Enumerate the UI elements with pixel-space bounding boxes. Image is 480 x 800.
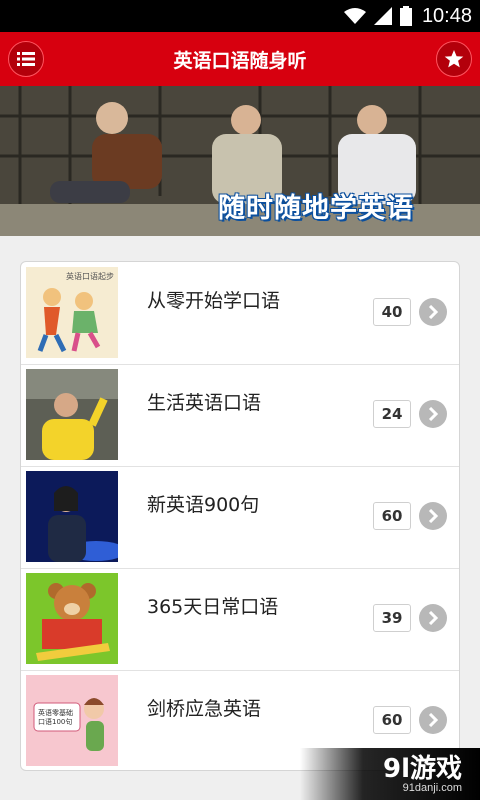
battery-icon bbox=[399, 6, 412, 26]
lesson-count-badge: 40 bbox=[373, 298, 411, 326]
chevron-right-icon bbox=[428, 611, 439, 625]
chevron-right-icon bbox=[428, 509, 439, 523]
lesson-count-badge: 24 bbox=[373, 400, 411, 428]
menu-list-icon bbox=[17, 52, 35, 66]
list-item[interactable]: 365天日常口语 39 bbox=[21, 568, 459, 671]
star-icon bbox=[444, 50, 464, 68]
watermark-logo: 9l游戏 bbox=[382, 754, 462, 784]
signal-icon bbox=[373, 7, 392, 25]
list-item[interactable]: 新英语900句 60 bbox=[21, 466, 459, 569]
watermark-url: 91danji.com bbox=[402, 782, 462, 794]
course-thumbnail: 英语零基础口语100句 bbox=[26, 675, 118, 766]
chevron-right-icon bbox=[428, 305, 439, 319]
reading-bear-image bbox=[26, 573, 118, 664]
open-course-button[interactable] bbox=[419, 298, 447, 326]
course-title: 从零开始学口语 bbox=[147, 290, 281, 312]
list-item[interactable]: 英语口语起步 从零开始学口语 40 bbox=[21, 262, 459, 365]
course-title: 365天日常口语 bbox=[147, 596, 279, 618]
lesson-count-badge: 60 bbox=[373, 502, 411, 530]
course-list: 英语口语起步 从零开始学口语 40 生活英语口语 24 新英语900句 60 3… bbox=[20, 261, 460, 771]
course-thumbnail bbox=[26, 573, 118, 664]
chevron-right-icon bbox=[428, 407, 439, 421]
chevron-right-icon bbox=[428, 713, 439, 727]
open-course-button[interactable] bbox=[419, 706, 447, 734]
course-thumbnail: 英语口语起步 bbox=[26, 267, 118, 358]
open-course-button[interactable] bbox=[419, 502, 447, 530]
course-title: 新英语900句 bbox=[147, 494, 260, 516]
speaker-photo bbox=[26, 369, 118, 460]
course-title: 剑桥应急英语 bbox=[147, 698, 262, 720]
menu-button[interactable] bbox=[8, 41, 44, 77]
course-thumbnail bbox=[26, 369, 118, 460]
banner-slogan: 随时随地学英语 bbox=[218, 193, 414, 224]
course-title: 生活英语口语 bbox=[147, 392, 262, 414]
open-course-button[interactable] bbox=[419, 400, 447, 428]
course-thumbnail bbox=[26, 471, 118, 562]
favorites-button[interactable] bbox=[436, 41, 472, 77]
lesson-count-badge: 39 bbox=[373, 604, 411, 632]
open-course-button[interactable] bbox=[419, 604, 447, 632]
status-bar: 10:48 bbox=[0, 0, 480, 32]
wifi-icon bbox=[343, 8, 366, 24]
page-title: 英语口语随身听 bbox=[173, 49, 307, 72]
clock: 10:48 bbox=[421, 4, 472, 27]
site-watermark: 9l游戏 91danji.com bbox=[300, 748, 480, 800]
lesson-count-badge: 60 bbox=[373, 706, 411, 734]
app-bar: 英语口语随身听 bbox=[0, 32, 480, 86]
thumbnail-caption: 英语零基础口语100句 bbox=[38, 709, 73, 726]
promo-banner[interactable]: 随时随地学英语 bbox=[0, 86, 480, 236]
thumbnail-caption: 英语口语起步 bbox=[66, 272, 114, 281]
singer-photo bbox=[26, 471, 118, 562]
list-item[interactable]: 生活英语口语 24 bbox=[21, 364, 459, 467]
